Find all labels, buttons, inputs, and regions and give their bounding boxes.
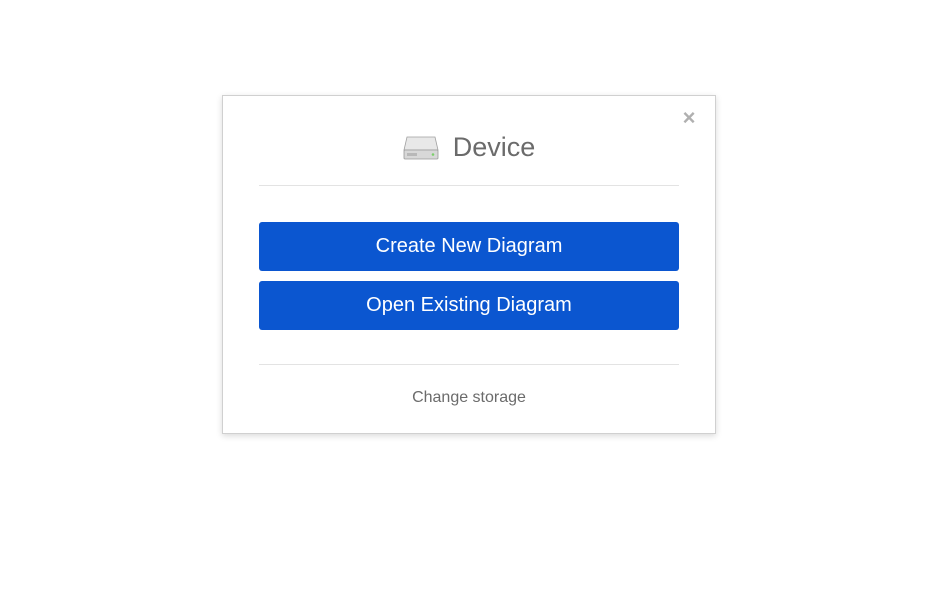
close-icon: ×: [683, 107, 696, 129]
create-new-diagram-button[interactable]: Create New Diagram: [259, 222, 679, 271]
dialog-header: Device: [259, 114, 679, 186]
change-storage-link[interactable]: Change storage: [412, 389, 526, 406]
close-button[interactable]: ×: [679, 108, 699, 128]
dialog-title: Device: [453, 132, 536, 163]
button-group: Create New Diagram Open Existing Diagram: [259, 186, 679, 365]
open-existing-diagram-button[interactable]: Open Existing Diagram: [259, 281, 679, 330]
storage-dialog: × Device Create New Diagram Open Existin…: [222, 95, 716, 434]
device-icon: [403, 135, 439, 161]
dialog-footer: Change storage: [259, 365, 679, 407]
